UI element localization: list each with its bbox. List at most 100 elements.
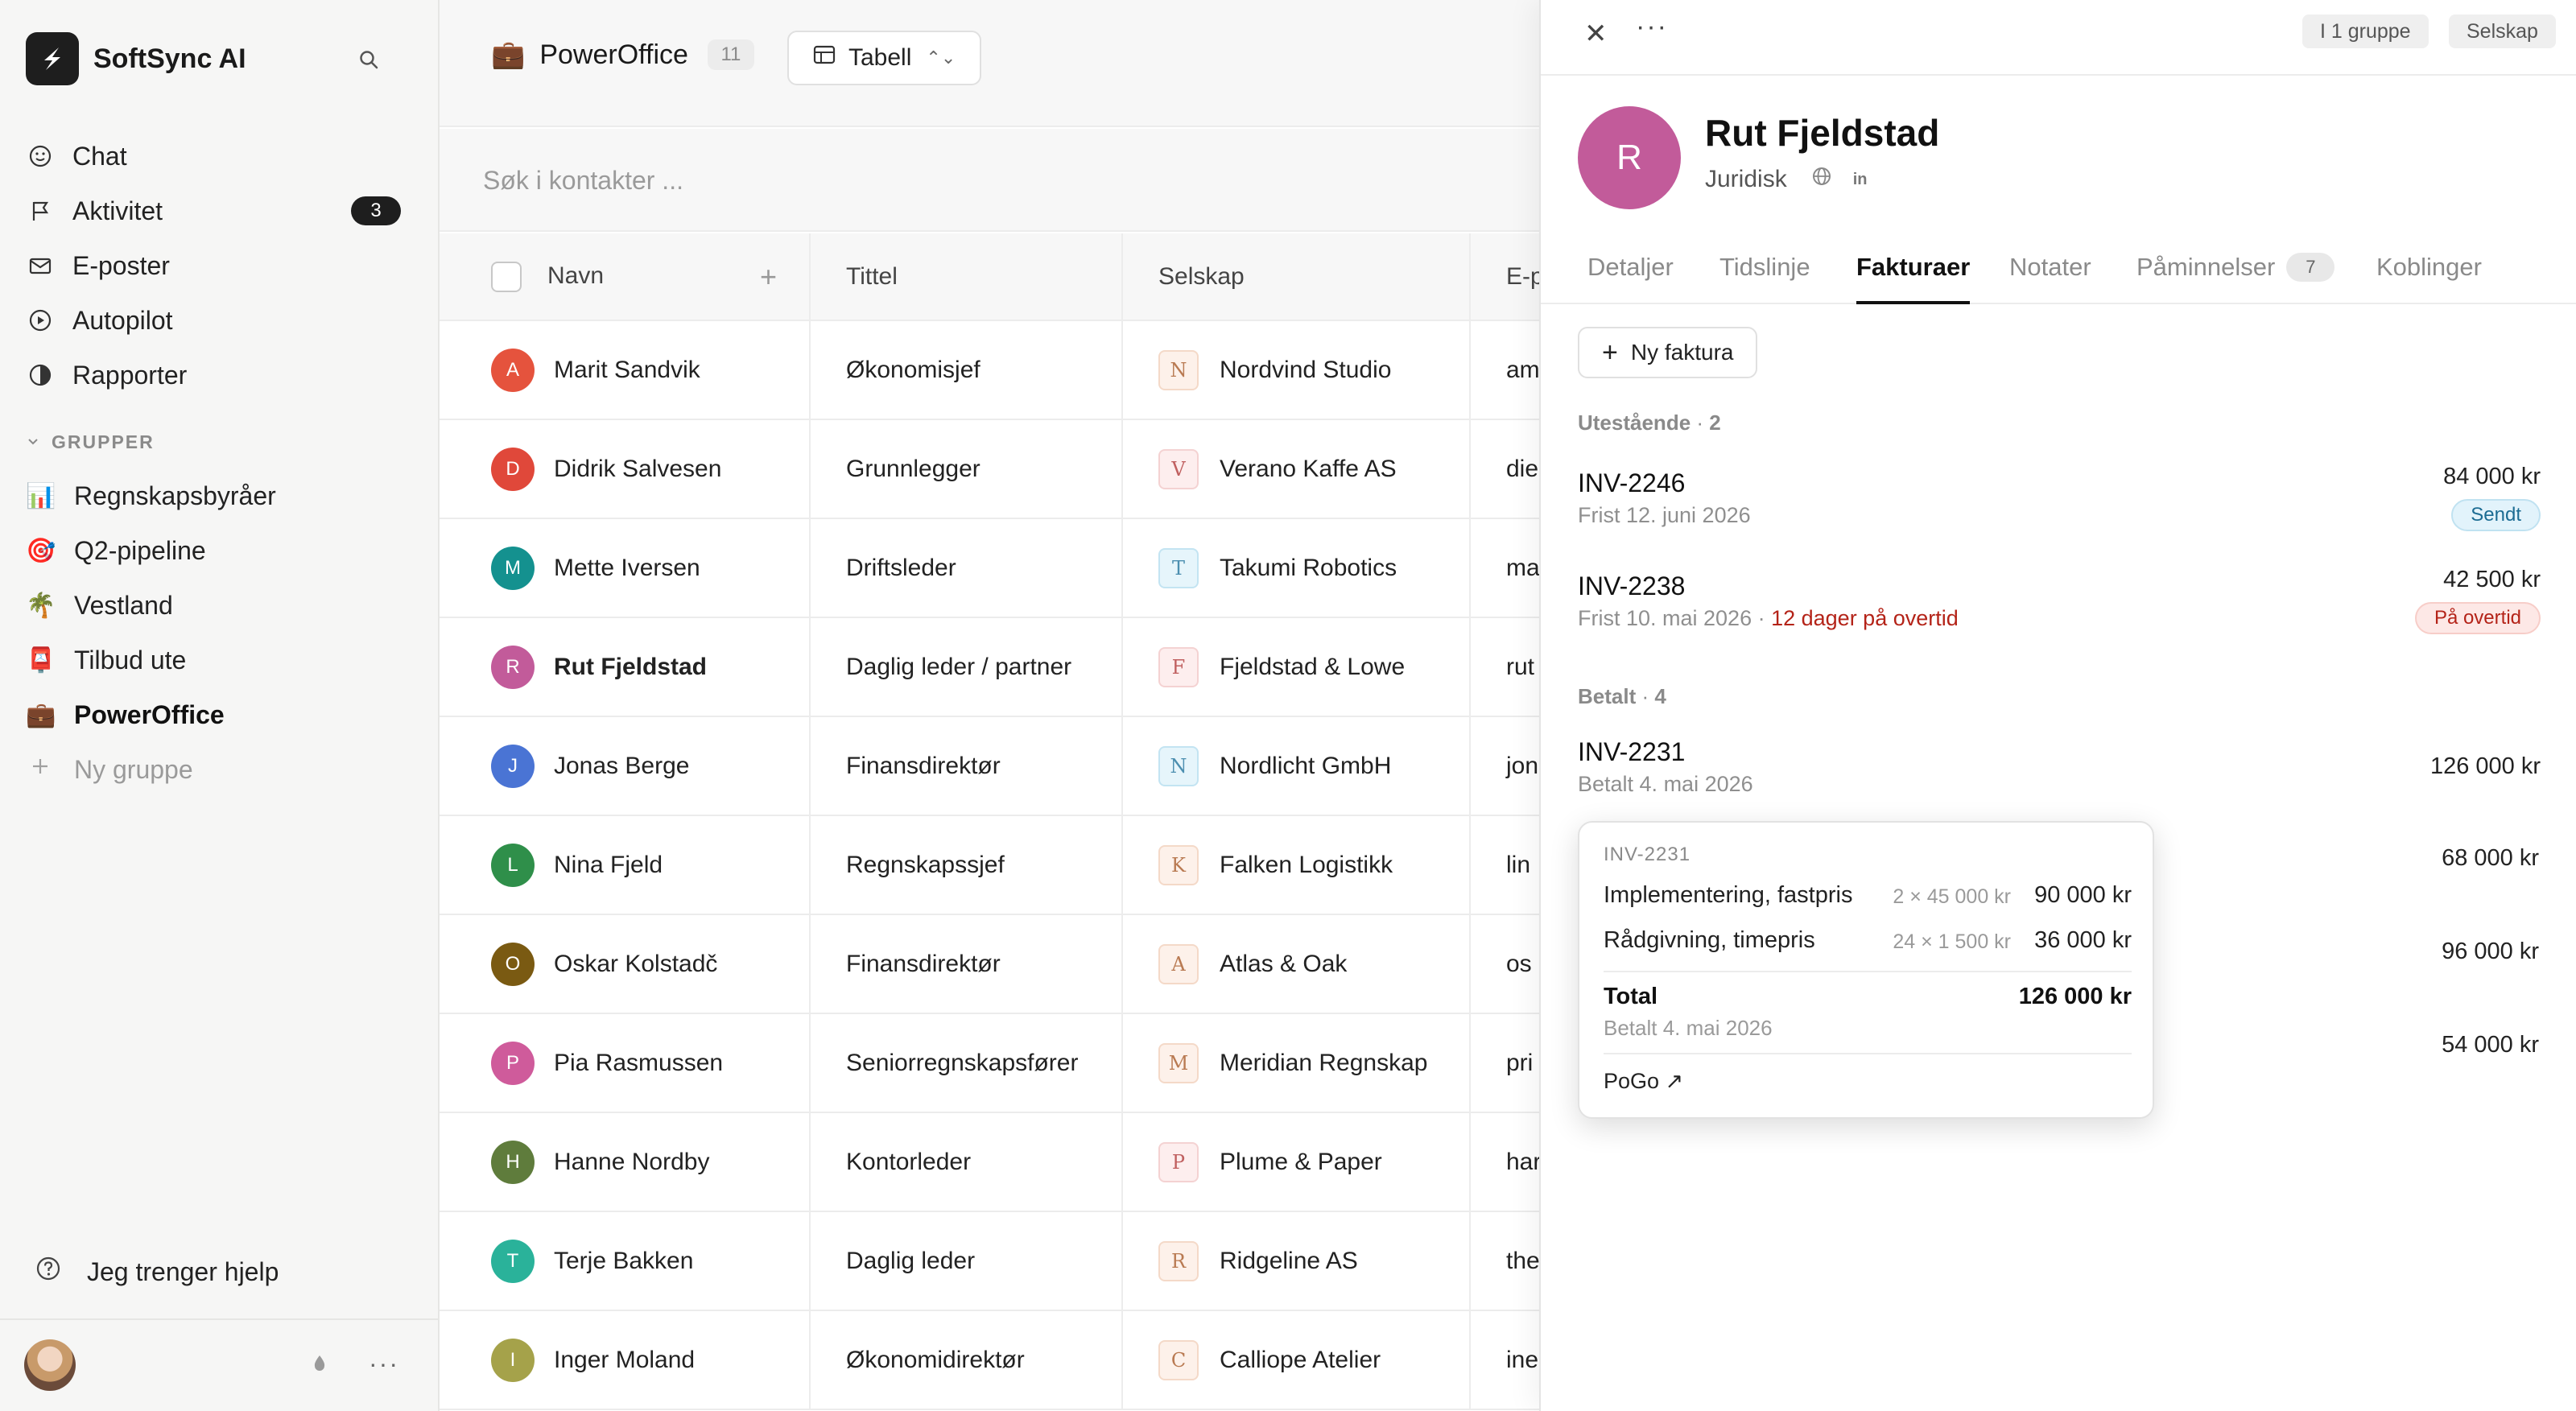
cell-title[interactable]: Grunnlegger <box>810 419 1123 519</box>
cell-email[interactable]: rut <box>1470 617 1539 717</box>
cell-name[interactable]: H Hanne Nordby <box>440 1112 811 1212</box>
cell-company[interactable]: C Calliope Atelier <box>1122 1310 1471 1410</box>
cell-email[interactable]: har <box>1470 1112 1539 1212</box>
cell-company[interactable]: V Verano Kaffe AS <box>1122 419 1471 519</box>
group-item-q2-pipeline[interactable]: 🎯 Q2-pipeline <box>26 523 404 578</box>
group-item-regnskapsbyraer[interactable]: 📊 Regnskapsbyråer <box>26 468 404 523</box>
groups-heading[interactable]: GRUPPER <box>26 431 155 453</box>
column-header-email[interactable]: E-post <box>1470 233 1539 321</box>
cell-company[interactable]: T Takumi Robotics <box>1122 518 1471 618</box>
tab-connections[interactable]: Koblinger <box>2376 253 2482 304</box>
more-icon[interactable]: ··· <box>369 1349 399 1379</box>
invoice-amount[interactable]: 96 000 kr <box>2442 939 2539 965</box>
cell-company[interactable]: M Meridian Regnskap <box>1122 1013 1471 1113</box>
table-row[interactable]: J Jonas Berge Finansdirektør N Nordlicht Gmb… <box>440 716 1539 816</box>
cell-email[interactable]: ine <box>1470 1310 1539 1410</box>
cell-name[interactable]: D Didrik Salvesen <box>440 419 811 519</box>
cell-title[interactable]: Driftsleder <box>810 518 1123 618</box>
cell-title[interactable]: Regnskapssjef <box>810 815 1123 915</box>
view-switcher-button[interactable]: Tabell ⌃⌄ <box>787 31 982 85</box>
tab-timeline[interactable]: Tidslinje <box>1719 253 1810 304</box>
table-row[interactable]: M Mette Iversen Driftsleder T Takumi Robotic… <box>440 518 1539 618</box>
pogo-link[interactable]: PoGo ↗ <box>1604 1069 1683 1094</box>
brand[interactable]: SoftSync AI <box>26 32 246 85</box>
cell-title[interactable]: Daglig leder / partner <box>810 617 1123 717</box>
cell-title[interactable]: Kontorleder <box>810 1112 1123 1212</box>
more-icon[interactable]: ··· <box>1636 11 1668 43</box>
tab-details[interactable]: Detaljer <box>1587 253 1674 304</box>
cell-name[interactable]: R Rut Fjeldstad <box>440 617 811 717</box>
invoice-amount[interactable]: 68 000 kr <box>2442 845 2539 872</box>
cell-name[interactable]: I Inger Moland <box>440 1310 811 1410</box>
table-row[interactable]: L Nina Fjeld Regnskapssjef K Falken Logistik… <box>440 815 1539 915</box>
cell-title[interactable]: Økonomisjef <box>810 320 1123 420</box>
new-invoice-button[interactable]: + Ny faktura <box>1578 327 1758 378</box>
close-icon[interactable]: ✕ <box>1584 18 1608 50</box>
table-row[interactable]: O Oskar Kolstadč Finansdirektør A Atlas & Oa… <box>440 914 1539 1014</box>
tab-notes[interactable]: Notater <box>2009 253 2091 304</box>
invoice-amount[interactable]: 54 000 kr <box>2442 1032 2539 1058</box>
select-all-checkbox[interactable] <box>491 261 522 292</box>
group-item-poweroffice[interactable]: 💼 PowerOffice <box>26 687 404 742</box>
group-item-tilbud-ute[interactable]: 📮 Tilbud ute <box>26 633 404 687</box>
cell-company[interactable]: F Fjeldstad & Lowe <box>1122 617 1471 717</box>
add-column-icon[interactable]: + <box>760 260 777 294</box>
cell-name[interactable]: J Jonas Berge <box>440 716 811 816</box>
table-row[interactable]: R Rut Fjeldstad Daglig leder / partner F Fje… <box>440 617 1539 717</box>
cell-name[interactable]: T Terje Bakken <box>440 1211 811 1311</box>
cell-name[interactable]: A Marit Sandvik <box>440 320 811 420</box>
cell-title[interactable]: Økonomidirektør <box>810 1310 1123 1410</box>
column-header-company[interactable]: Selskap <box>1122 233 1471 321</box>
cell-email[interactable]: die <box>1470 419 1539 519</box>
cell-company[interactable]: R Ridgeline AS <box>1122 1211 1471 1311</box>
invoice-row[interactable]: INV-2231 Betalt 4. mai 2026 126 000 kr <box>1578 737 2541 797</box>
tab-invoices[interactable]: Fakturaer <box>1856 253 1971 304</box>
help-button[interactable]: Jeg trenger hjelp <box>35 1256 279 1288</box>
cell-company[interactable]: K Falken Logistikk <box>1122 815 1471 915</box>
user-avatar[interactable] <box>24 1339 76 1391</box>
cell-company[interactable]: N Nordlicht GmbH <box>1122 716 1471 816</box>
column-header-name[interactable]: Navn + <box>440 233 811 321</box>
cell-title[interactable]: Seniorregnskapsfører <box>810 1013 1123 1113</box>
group-item-vestland[interactable]: 🌴 Vestland <box>26 578 404 633</box>
table-row[interactable]: A Marit Sandvik Økonomisjef N Nordvind Studi… <box>440 320 1539 420</box>
contact-search-input[interactable] <box>483 161 1127 200</box>
cell-name[interactable]: L Nina Fjeld <box>440 815 811 915</box>
cell-name[interactable]: P Pia Rasmussen <box>440 1013 811 1113</box>
cell-email[interactable]: pri <box>1470 1013 1539 1113</box>
tab-reminders[interactable]: Påminnelser 7 <box>2136 253 2335 304</box>
cell-title[interactable]: Finansdirektør <box>810 716 1123 816</box>
cell-name[interactable]: O Oskar Kolstadč <box>440 914 811 1014</box>
table-row[interactable]: H Hanne Nordby Kontorleder P Plume & Paper ha… <box>440 1112 1539 1212</box>
column-header-title[interactable]: Tittel <box>810 233 1123 321</box>
nav-item-activity[interactable]: Aktivitet 3 <box>26 184 404 238</box>
invoice-row[interactable]: INV-2238 Frist 10. mai 2026 · 12 dager p… <box>1578 567 2541 634</box>
cell-email[interactable]: am <box>1470 320 1539 420</box>
nav-item-emails[interactable]: E-poster <box>26 238 404 293</box>
cell-company[interactable]: N Nordvind Studio <box>1122 320 1471 420</box>
cell-company[interactable]: P Plume & Paper <box>1122 1112 1471 1212</box>
cell-company[interactable]: A Atlas & Oak <box>1122 914 1471 1014</box>
group-membership-chip[interactable]: I 1 gruppe <box>2302 14 2429 48</box>
table-row[interactable]: P Pia Rasmussen Seniorregnskapsfører M Merid… <box>440 1013 1539 1113</box>
nav-item-chat[interactable]: Chat <box>26 129 404 184</box>
cell-title[interactable]: Finansdirektør <box>810 914 1123 1014</box>
table-row[interactable]: T Terje Bakken Daglig leder R Ridgeline AS th… <box>440 1211 1539 1311</box>
cell-email[interactable]: jon <box>1470 716 1539 816</box>
new-group-button[interactable]: Ny gruppe <box>26 742 404 797</box>
cell-email[interactable]: the <box>1470 1211 1539 1311</box>
cell-title[interactable]: Daglig leder <box>810 1211 1123 1311</box>
linkedin-icon[interactable]: in <box>1853 171 1868 189</box>
search-icon[interactable] <box>351 42 386 77</box>
cell-name[interactable]: M Mette Iversen <box>440 518 811 618</box>
invoice-row[interactable]: INV-2246 Frist 12. juni 2026 84 000 kr S… <box>1578 464 2541 531</box>
nav-item-reports[interactable]: Rapporter <box>26 348 404 402</box>
table-row[interactable]: D Didrik Salvesen Grunnlegger V Verano Kaffe… <box>440 419 1539 519</box>
globe-icon[interactable] <box>1811 166 1832 193</box>
cell-email[interactable]: lin <box>1470 815 1539 915</box>
cell-email[interactable]: os <box>1470 914 1539 1014</box>
droplet-icon[interactable] <box>312 1354 327 1376</box>
nav-item-autopilot[interactable]: Autopilot <box>26 293 404 348</box>
company-chip[interactable]: Selskap <box>2449 14 2556 48</box>
table-row[interactable]: I Inger Moland Økonomidirektør C Calliope At… <box>440 1310 1539 1410</box>
